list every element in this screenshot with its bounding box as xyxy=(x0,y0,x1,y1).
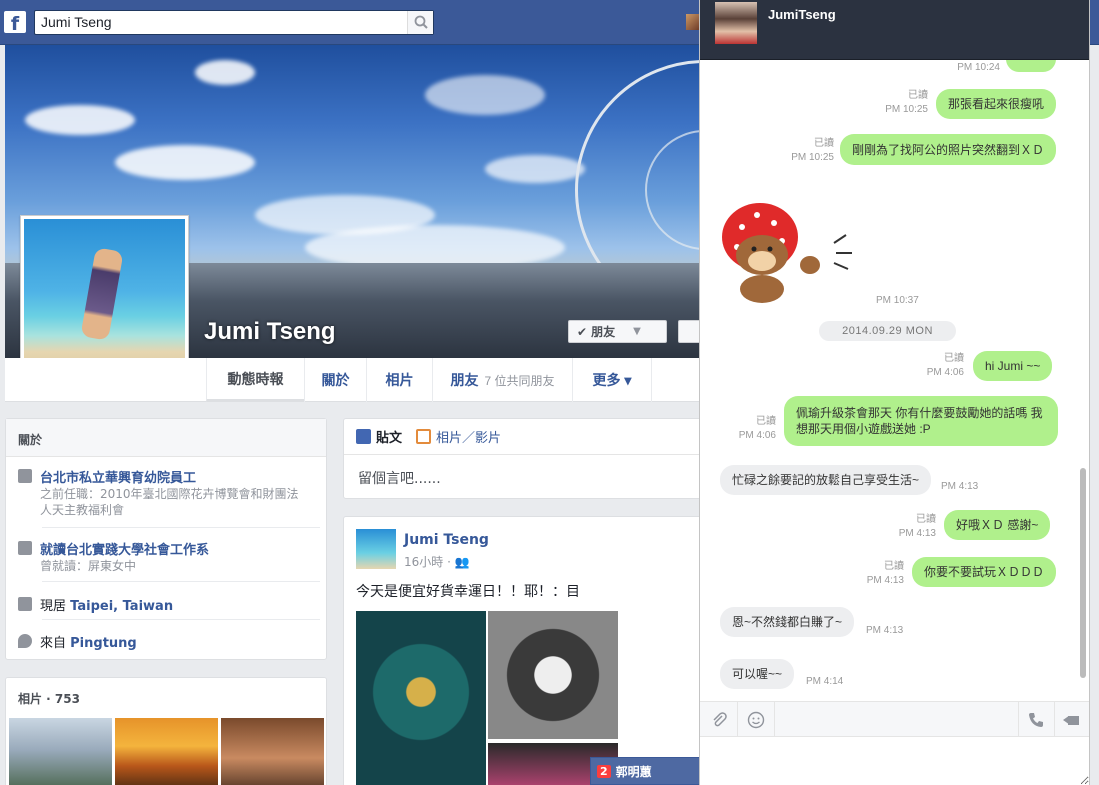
read-receipt: 已讀 xyxy=(944,353,964,364)
chat-messages[interactable]: PM 10:24 已讀 PM 10:25 那張看起來很瘦吼 已讀 PM 10:2… xyxy=(700,60,1089,701)
message-bubble-partial xyxy=(1006,60,1056,72)
friend-button[interactable]: ✔ 朋友 ▼ xyxy=(568,320,667,343)
squirrel-sticker xyxy=(722,203,852,303)
search-box xyxy=(34,10,434,35)
message-time: PM 4:06 xyxy=(738,430,776,441)
pencil-icon xyxy=(356,429,371,444)
video-call-icon[interactable] xyxy=(1062,711,1080,729)
chat-scrollbar[interactable] xyxy=(1080,468,1086,678)
chat-contact-name[interactable]: JumiTseng xyxy=(768,7,836,22)
composer-tab-photo[interactable]: 相片／影片 xyxy=(416,427,501,446)
message-time: PM 4:13 xyxy=(866,625,904,636)
tab-more[interactable]: 更多 ▾ xyxy=(572,358,652,402)
read-receipt: 已讀 xyxy=(916,514,936,525)
photo-thumb[interactable] xyxy=(221,718,324,785)
message-time: PM 4:13 xyxy=(898,528,936,539)
post-composer: 貼文 相片／影片 留個言吧...... xyxy=(343,418,703,499)
message-time: PM 4:13 xyxy=(866,575,904,586)
date-separator: 2014.09.29 MON xyxy=(819,321,956,341)
message-bubble-outgoing: 那張看起來很瘦吼 xyxy=(936,89,1057,119)
composer-tab-post[interactable]: 貼文 xyxy=(356,427,402,446)
about-title: 關於 xyxy=(6,419,326,457)
lives-link[interactable]: Taipei, Taiwan xyxy=(70,599,173,614)
search-input[interactable] xyxy=(41,14,401,30)
chat-header[interactable]: JumiTseng xyxy=(700,0,1089,60)
profile-name: Jumi Tseng xyxy=(204,318,336,345)
message-time: PM 10:25 xyxy=(885,104,928,115)
photo-thumb[interactable] xyxy=(115,718,218,785)
post-author-avatar[interactable] xyxy=(356,529,396,569)
message-time: PM 4:14 xyxy=(806,676,844,687)
study-link[interactable]: 就讀台北實踐大學社會工作系 xyxy=(40,539,209,558)
message-time: PM 10:37 xyxy=(876,295,919,306)
post-author[interactable]: Jumi Tseng xyxy=(404,532,489,548)
tab-friends[interactable]: 朋友 7 位共同朋友 xyxy=(432,358,572,402)
read-receipt: 已讀 xyxy=(814,138,834,149)
phone-call-icon[interactable] xyxy=(1027,711,1045,729)
message-bubble-outgoing: 你要不要試玩ＸＤＤＤ xyxy=(912,557,1057,587)
post-image[interactable] xyxy=(356,611,486,785)
composer-input[interactable]: 留個言吧...... xyxy=(358,468,441,488)
work-previous: 之前任職：2010年臺北國際花卉博覽會和財團法人天主教福利會 xyxy=(40,487,299,517)
post-image[interactable] xyxy=(488,611,618,739)
post-timestamp[interactable]: 16小時 · 👥 xyxy=(404,553,470,570)
photos-title[interactable]: 相片 · 753 xyxy=(6,678,326,716)
briefcase-icon xyxy=(18,469,32,483)
message-time: PM 4:13 xyxy=(941,481,979,492)
message-time: PM 10:24 xyxy=(957,62,1000,73)
message-bubble-incoming: 恩~不然錢都白賺了~ xyxy=(720,607,855,637)
friend-button-label: 朋友 xyxy=(591,325,616,339)
study-previous: 曾就讀：屏東女中 xyxy=(40,559,137,573)
chat-message-input[interactable] xyxy=(700,737,1089,785)
message-bubble-outgoing: hi Jumi ~~ xyxy=(973,351,1053,381)
unread-badge: 2 xyxy=(597,764,611,778)
chat-tab-minimized[interactable]: 2 郭明蕙 xyxy=(590,757,701,785)
timeline-post: Jumi Tseng 16小時 · 👥 今天是便宜好貨幸運日！！耶！：目 xyxy=(343,516,703,785)
tab-photos[interactable]: 相片 xyxy=(366,358,432,402)
tab-about[interactable]: 關於 xyxy=(304,358,366,402)
read-receipt: 已讀 xyxy=(756,416,776,427)
chat-contact-avatar[interactable] xyxy=(715,2,757,44)
home-icon xyxy=(18,597,32,611)
photo-thumb[interactable] xyxy=(9,718,112,785)
profile-tabs: 動態時報 關於 相片 朋友 7 位共同朋友 更多 ▾ xyxy=(5,358,699,402)
search-button[interactable] xyxy=(407,11,433,34)
post-text: 今天是便宜好貨幸運日！！耶！：目 xyxy=(356,584,580,600)
chat-window: JumiTseng PM 10:24 已讀 PM 10:25 那張看起來很瘦吼 … xyxy=(699,0,1090,785)
read-receipt: 已讀 xyxy=(884,561,904,572)
message-time: PM 10:25 xyxy=(791,152,834,163)
check-icon: ✔ xyxy=(577,324,588,339)
message-bubble-incoming: 可以喔~~ xyxy=(720,659,795,689)
read-receipt: 已讀 xyxy=(908,90,928,101)
emoji-icon[interactable] xyxy=(747,711,765,729)
from-link[interactable]: Pingtung xyxy=(70,636,137,651)
tab-timeline[interactable]: 動態時報 xyxy=(206,358,304,402)
message-bubble-outgoing: 好哦ＸＤ 感謝~ xyxy=(944,510,1051,540)
friends-audience-icon: 👥 xyxy=(454,555,470,569)
location-pin-icon xyxy=(18,634,32,648)
school-icon xyxy=(18,541,32,555)
attachment-icon[interactable] xyxy=(710,711,728,729)
about-box: 關於 台北市私立華興育幼院員工 之前任職：2010年臺北國際花卉博覽會和財團法人… xyxy=(5,418,327,660)
search-icon xyxy=(414,15,428,29)
message-time: PM 4:06 xyxy=(926,367,964,378)
message-bubble-incoming: 忙碌之餘要記的放鬆自己享受生活~ xyxy=(720,465,932,495)
photo-icon xyxy=(416,429,432,444)
work-link[interactable]: 台北市私立華興育幼院員工 xyxy=(40,467,310,486)
message-bubble-outgoing: 剛剛為了找阿公的照片突然翻到ＸＤ xyxy=(840,134,1057,165)
chat-tab-name: 郭明蕙 xyxy=(615,764,652,779)
chat-toolbar xyxy=(700,701,1089,738)
message-bubble-outgoing: 佩瑜升級茶會那天 你有什麼要鼓勵她的話嗎 我想那天用個小遊戲送她 :P xyxy=(784,396,1058,446)
photos-box: 相片 · 753 xyxy=(5,677,327,785)
facebook-logo-icon[interactable]: f xyxy=(4,11,26,33)
caret-down-icon: ▼ xyxy=(633,326,641,337)
